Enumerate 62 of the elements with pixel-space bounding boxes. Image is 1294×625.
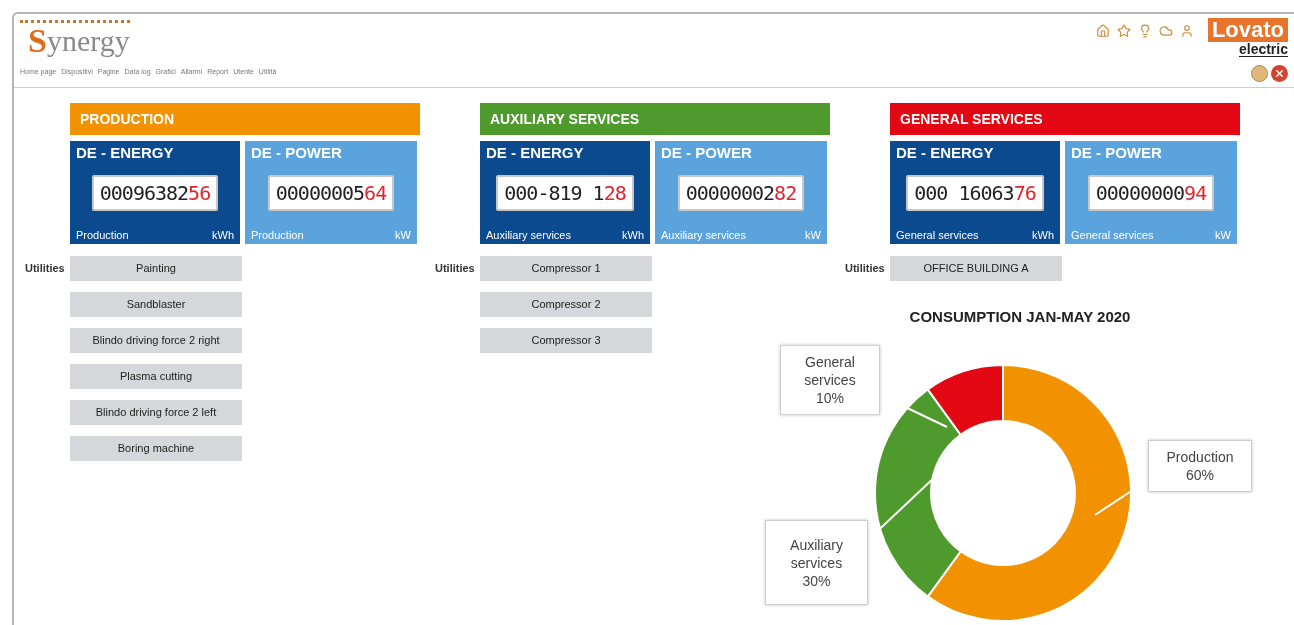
meter-caption: General services bbox=[896, 228, 979, 242]
meter-reading-decimals: 56 bbox=[188, 180, 211, 207]
utility-button[interactable]: Compressor 3 bbox=[480, 328, 652, 353]
meter-reading-decimals: 94 bbox=[1184, 180, 1207, 207]
meter-title: DE - POWER bbox=[1071, 143, 1162, 163]
utilities-label: Utilities bbox=[844, 261, 886, 276]
meter-caption: General services bbox=[1071, 228, 1154, 242]
meter-caption: Auxiliary services bbox=[661, 228, 746, 242]
utility-button[interactable]: Boring machine bbox=[70, 436, 242, 461]
group-title: AUXILIARY SERVICES bbox=[490, 109, 640, 129]
synergy-logo: Synergy bbox=[20, 20, 130, 57]
utility-button[interactable]: Blindo driving force 2 right bbox=[70, 328, 242, 353]
meter-reading: 00000002 bbox=[685, 180, 775, 207]
star-icon[interactable] bbox=[1116, 24, 1131, 38]
meter-unit: kWh bbox=[622, 228, 644, 242]
utility-button[interactable]: Sandblaster bbox=[70, 292, 242, 317]
value-label: 10% bbox=[816, 389, 844, 407]
category-label: Production bbox=[1166, 448, 1234, 466]
meter-title: DE - ENERGY bbox=[896, 143, 994, 163]
close-button[interactable] bbox=[1271, 65, 1288, 82]
meter-reading: 00000000 bbox=[1095, 180, 1185, 207]
meter-reading: 000 16063 bbox=[914, 180, 1014, 207]
meter-reading-decimals: 28 bbox=[603, 180, 626, 207]
user-icon[interactable] bbox=[1179, 24, 1194, 38]
meter-unit: kWh bbox=[212, 228, 234, 242]
meter-caption: Production bbox=[251, 228, 304, 242]
utility-button[interactable]: Compressor 2 bbox=[480, 292, 652, 317]
meter-reading-decimals: 64 bbox=[364, 180, 387, 207]
meter-unit: kW bbox=[805, 228, 821, 242]
cloud-icon[interactable] bbox=[1158, 24, 1173, 38]
meter-reading-decimals: 82 bbox=[774, 180, 797, 207]
meter-unit: kWh bbox=[1032, 228, 1054, 242]
group-title: GENERAL SERVICES bbox=[900, 109, 1043, 129]
meter-reading: 00096382 bbox=[99, 180, 189, 207]
utility-button[interactable]: Painting bbox=[70, 256, 242, 281]
utilities-label: Utilities bbox=[24, 261, 66, 276]
utility-button[interactable]: OFFICE BUILDING A bbox=[890, 256, 1062, 281]
category-label: General services bbox=[803, 353, 857, 389]
meter-title: DE - POWER bbox=[251, 143, 342, 163]
meter-title: DE - ENERGY bbox=[486, 143, 584, 163]
meter-unit: kW bbox=[1215, 228, 1231, 242]
home-icon[interactable] bbox=[1095, 24, 1110, 38]
help-button[interactable] bbox=[1251, 65, 1268, 82]
chart-title: CONSUMPTION JAN-MAY 2020 bbox=[909, 308, 1131, 325]
lovato-logo: Lovato electric bbox=[1207, 18, 1288, 57]
group-title: PRODUCTION bbox=[80, 109, 175, 129]
value-label: 60% bbox=[1186, 466, 1214, 484]
value-label: 30% bbox=[802, 571, 831, 590]
meter-title: DE - ENERGY bbox=[76, 143, 174, 163]
utility-button[interactable]: Compressor 1 bbox=[480, 256, 652, 281]
meter-reading-decimals: 76 bbox=[1013, 180, 1036, 207]
utilities-label: Utilities bbox=[434, 261, 476, 276]
meter-reading: 00000005 bbox=[275, 180, 365, 207]
meter-reading: 000-819 1 bbox=[504, 180, 604, 207]
meter-unit: kW bbox=[395, 228, 411, 242]
close-icon bbox=[1274, 68, 1285, 79]
meter-title: DE - POWER bbox=[661, 143, 752, 163]
utility-button[interactable]: Plasma cutting bbox=[70, 364, 242, 389]
category-label: Auxiliary services bbox=[789, 535, 844, 572]
utility-button[interactable]: Blindo driving force 2 left bbox=[70, 400, 242, 425]
meter-caption: Production bbox=[76, 228, 129, 242]
meter-caption: Auxiliary services bbox=[486, 228, 571, 242]
